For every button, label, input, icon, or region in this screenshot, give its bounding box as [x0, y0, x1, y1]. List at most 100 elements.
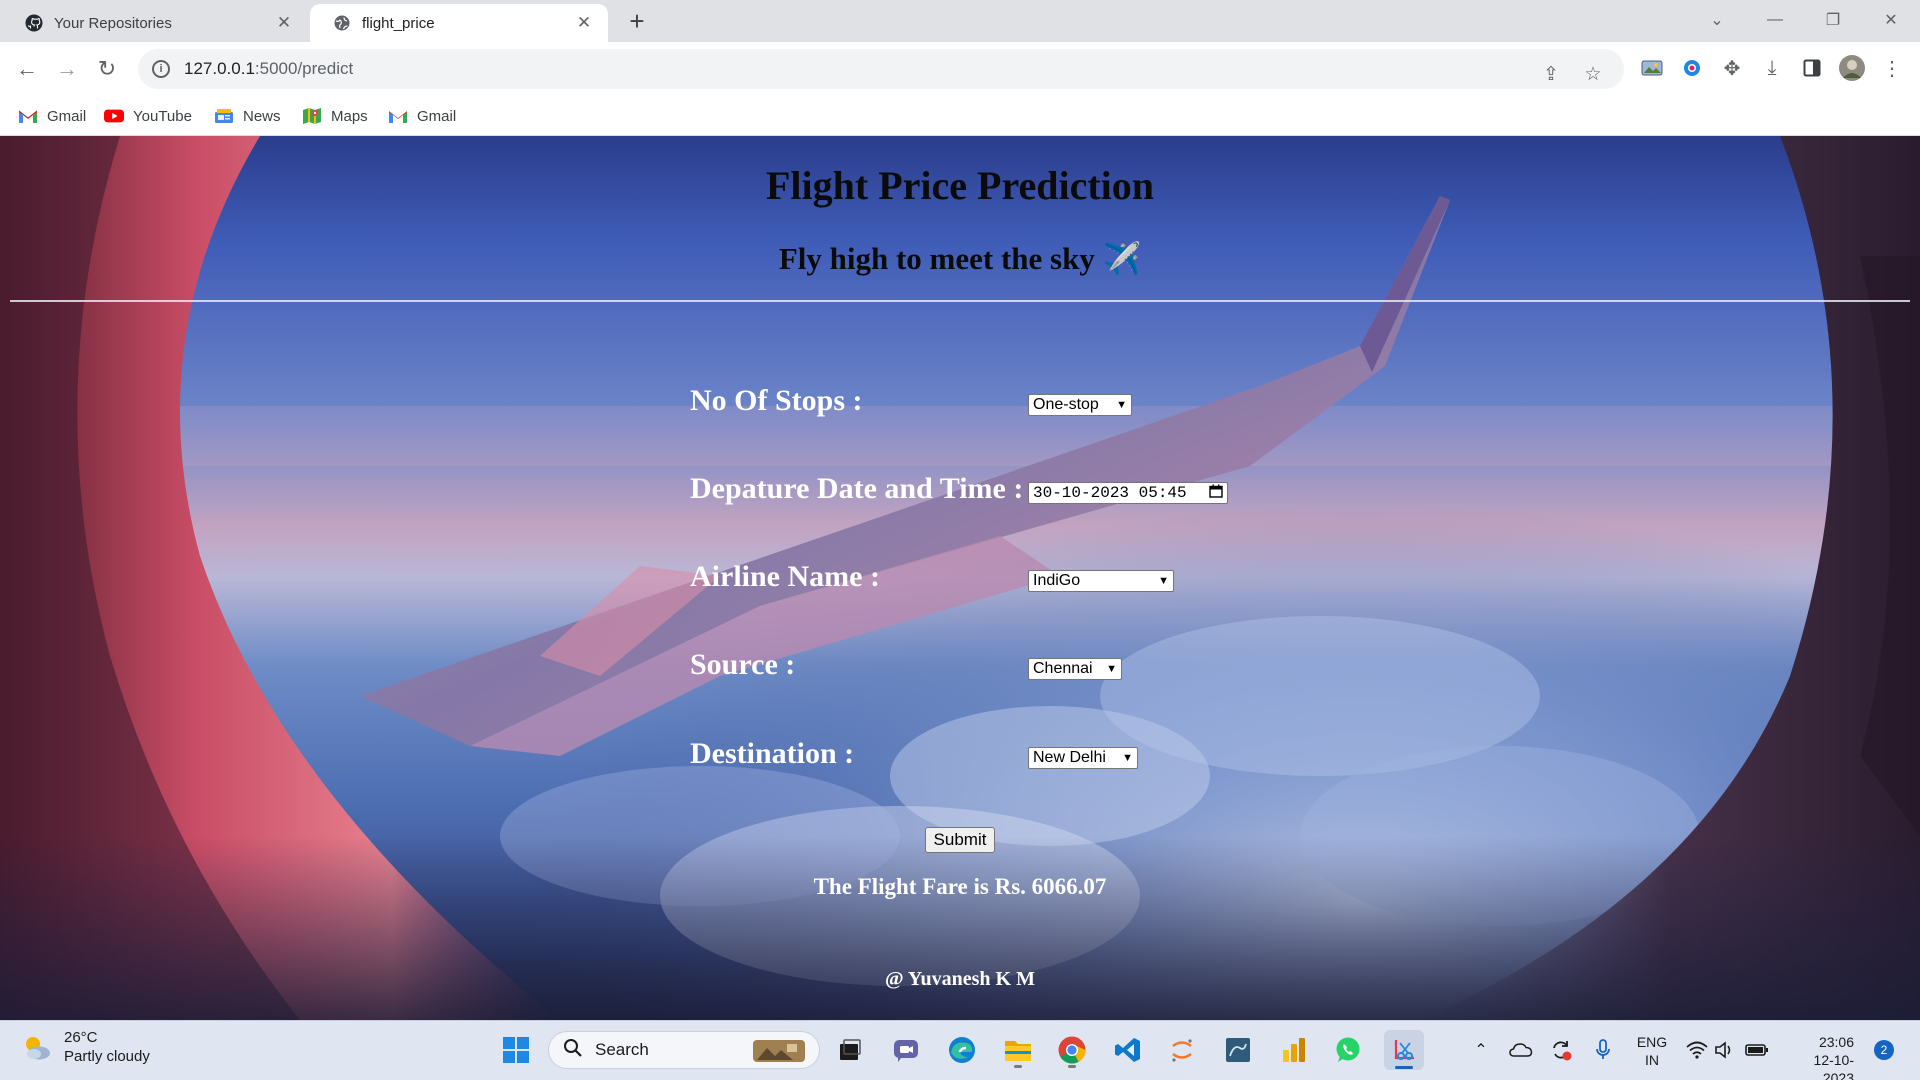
github-icon — [24, 13, 44, 33]
mysql-workbench-icon[interactable] — [1218, 1030, 1258, 1070]
menu-kebab-icon[interactable]: ⋮ — [1876, 52, 1908, 84]
departure-value: 30-10-2023 05:45 — [1033, 484, 1187, 502]
teams-chat-icon[interactable] — [886, 1030, 926, 1070]
chevron-up-icon[interactable]: ⌃ — [1468, 1037, 1494, 1063]
bookmark-maps[interactable]: Maps — [302, 104, 368, 128]
battery-icon[interactable] — [1744, 1037, 1770, 1063]
running-indicator — [1395, 1066, 1413, 1069]
stops-label: No Of Stops : — [690, 384, 863, 417]
page-viewport: Flight Price Prediction Fly high to meet… — [0, 136, 1920, 1020]
clock-date: 12-10-2023 — [1813, 1052, 1854, 1080]
search-highlight-image — [753, 1040, 805, 1062]
page-subtitle: Fly high to meet the sky ✈️ — [778, 241, 1142, 276]
departure-datetime-input[interactable]: 30-10-2023 05:45 — [1028, 482, 1228, 504]
bookmark-gmail-2[interactable]: Gmail — [388, 104, 456, 128]
partly-cloudy-icon — [26, 1037, 50, 1060]
browser-toolbar: ← → ↻ i 127.0.0.1 :5000/predict ⇪ ☆ ✥ ⤓ … — [0, 42, 1920, 96]
file-explorer-icon[interactable] — [998, 1030, 1038, 1070]
tab-title: flight_price — [362, 14, 435, 32]
destination-label: Destination : — [690, 737, 855, 770]
source-select[interactable]: Chennai ▼ — [1028, 658, 1122, 680]
source-value: Chennai — [1033, 660, 1093, 677]
chevron-down-icon: ▼ — [1158, 575, 1169, 587]
tab-flight-price[interactable]: flight_price ✕ — [310, 4, 608, 42]
bookmark-star-icon[interactable]: ☆ — [1578, 59, 1608, 89]
reload-button[interactable]: ↻ — [92, 54, 122, 84]
running-indicator — [1014, 1065, 1022, 1068]
share-icon[interactable]: ⇪ — [1536, 59, 1566, 89]
bookmark-youtube[interactable]: YouTube — [104, 104, 192, 128]
bookmarks-bar: Gmail YouTube News Maps Gmail — [0, 96, 1920, 136]
forward-button[interactable]: → — [52, 54, 82, 84]
search-label: Search — [595, 1040, 649, 1059]
onedrive-icon[interactable] — [1508, 1037, 1534, 1063]
flight-form-page: Flight Price Prediction Fly high to meet… — [0, 136, 1920, 1020]
system-clock[interactable]: 23:06 12-10-2023 — [1784, 1033, 1854, 1080]
gmail-icon — [18, 108, 38, 124]
vscode-icon[interactable] — [1108, 1030, 1148, 1070]
task-view-icon[interactable] — [830, 1030, 870, 1070]
bookmark-gmail[interactable]: Gmail — [18, 104, 86, 128]
destination-select[interactable]: New Delhi ▼ — [1028, 747, 1138, 769]
wifi-icon[interactable] — [1684, 1037, 1710, 1063]
bookmark-news[interactable]: News — [214, 104, 281, 128]
stops-value: One-stop — [1033, 396, 1099, 413]
taskbar-search[interactable]: Search — [548, 1031, 820, 1069]
side-panel-icon[interactable] — [1796, 52, 1828, 84]
minimize-button[interactable]: — — [1750, 4, 1800, 36]
bookmark-label: Gmail — [417, 107, 457, 125]
whatsapp-icon[interactable] — [1328, 1030, 1368, 1070]
weather-widget[interactable]: 26°C Partly cloudy — [20, 1029, 150, 1067]
jupyter-icon[interactable] — [1162, 1030, 1202, 1070]
tab-your-repositories[interactable]: Your Repositories ✕ — [2, 4, 308, 42]
bookmark-label: YouTube — [133, 107, 192, 125]
language-indicator[interactable]: ENG IN — [1634, 1033, 1670, 1069]
profile-avatar[interactable] — [1836, 52, 1868, 84]
clock-time: 23:06 — [1818, 1034, 1854, 1050]
search-icon — [563, 1038, 583, 1063]
close-window-button[interactable]: ✕ — [1866, 4, 1916, 36]
gmail-icon — [388, 108, 408, 124]
chevron-down-icon[interactable]: ⌄ — [1692, 4, 1742, 36]
airline-select[interactable]: IndiGo ▼ — [1028, 570, 1174, 592]
chevron-down-icon: ▼ — [1116, 399, 1127, 411]
snipping-tool-icon[interactable] — [1384, 1030, 1424, 1070]
start-button[interactable] — [496, 1030, 536, 1070]
colorful-extension-icon[interactable] — [1676, 52, 1708, 84]
taskbar: 26°C Partly cloudy Search ⌃ ENG IN 23:06… — [0, 1020, 1920, 1080]
back-button[interactable]: ← — [12, 54, 42, 84]
close-icon[interactable]: ✕ — [574, 13, 594, 33]
url-path: :5000/predict — [254, 59, 354, 78]
bookmark-label: Gmail — [47, 107, 87, 125]
address-bar[interactable]: i 127.0.0.1 :5000/predict ⇪ ☆ — [138, 49, 1624, 89]
airline-value: IndiGo — [1033, 572, 1081, 589]
tab-title: Your Repositories — [54, 14, 172, 32]
departure-label: Depature Date and Time : — [690, 472, 1024, 505]
info-icon[interactable]: i — [152, 60, 170, 78]
restore-button[interactable]: ❐ — [1808, 4, 1858, 36]
sync-alert-icon[interactable] — [1548, 1037, 1574, 1063]
calendar-icon[interactable] — [1203, 484, 1223, 502]
youtube-icon — [104, 108, 124, 124]
download-icon[interactable]: ⤓ — [1756, 52, 1788, 84]
stops-select[interactable]: One-stop ▼ — [1028, 394, 1132, 416]
puzzle-extensions-icon[interactable]: ✥ — [1716, 52, 1748, 84]
chrome-icon[interactable] — [1052, 1030, 1092, 1070]
globe-icon — [332, 13, 352, 33]
volume-icon[interactable] — [1712, 1037, 1738, 1063]
page-title: Flight Price Prediction — [765, 163, 1155, 208]
bookmark-label: Maps — [331, 107, 368, 125]
divider — [10, 300, 1910, 302]
news-icon — [214, 108, 234, 124]
new-tab-button[interactable]: + — [622, 6, 652, 36]
destination-value: New Delhi — [1033, 749, 1106, 766]
power-bi-icon[interactable] — [1274, 1030, 1314, 1070]
running-indicator — [1068, 1065, 1076, 1068]
microphone-icon[interactable] — [1590, 1037, 1616, 1063]
close-icon[interactable]: ✕ — [274, 13, 294, 33]
notification-badge[interactable]: 2 — [1874, 1040, 1894, 1060]
edge-browser-icon[interactable] — [942, 1030, 982, 1070]
submit-button[interactable]: Submit — [925, 827, 995, 853]
image-extension-icon[interactable] — [1636, 52, 1668, 84]
airline-label: Airline Name : — [690, 560, 880, 593]
